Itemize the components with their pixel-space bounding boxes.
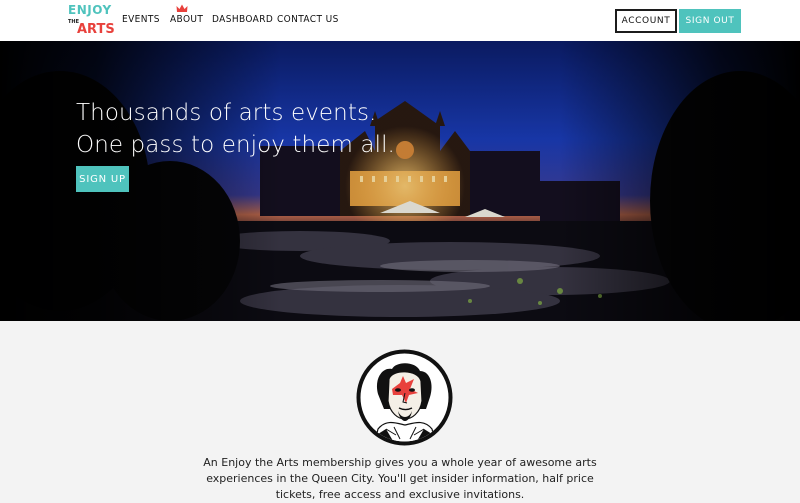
- nav-item-contact-us[interactable]: CONTACT US: [277, 14, 339, 25]
- nav-item-about[interactable]: ABOUT: [170, 14, 203, 25]
- hero-headline-line-1: Thousands of arts events.: [76, 100, 377, 126]
- hero-headline-line-2: One pass to enjoy them all.: [76, 132, 395, 158]
- crown-icon: [176, 4, 188, 12]
- logo-word-arts: ARTS: [77, 22, 115, 37]
- top-navigation-bar: ENJOY THE ARTS EVENTS ABOUT DASHBOARD CO…: [0, 0, 800, 42]
- sign-out-button[interactable]: SIGN OUT: [679, 9, 741, 33]
- account-button[interactable]: ACCOUNT: [615, 9, 677, 33]
- nav-item-dashboard[interactable]: DASHBOARD: [212, 14, 273, 25]
- nav-item-events[interactable]: EVENTS: [122, 14, 160, 25]
- membership-description: An Enjoy the Arts membership gives you a…: [203, 456, 597, 501]
- sign-up-button[interactable]: SIGN UP: [76, 166, 129, 192]
- hero-headline: Thousands of arts events. One pass to en…: [76, 97, 395, 161]
- membership-info-section: An Enjoy the Arts membership gives you a…: [0, 321, 800, 501]
- hero-banner: Thousands of arts events. One pass to en…: [0, 41, 800, 321]
- logo-word-enjoy: ENJOY: [68, 3, 112, 17]
- shakespeare-portrait-icon: [356, 349, 453, 446]
- enjoy-the-arts-logo[interactable]: ENJOY THE ARTS: [68, 4, 115, 38]
